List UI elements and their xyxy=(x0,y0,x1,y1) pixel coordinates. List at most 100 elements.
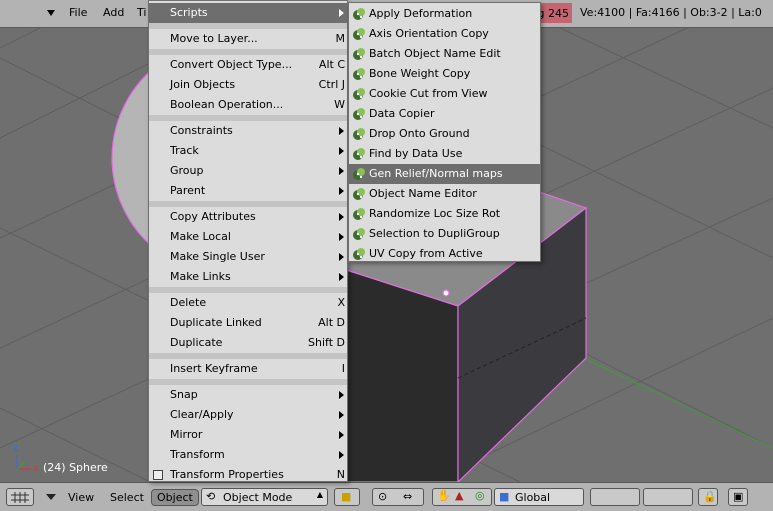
menu-item-label: Move to Layer... xyxy=(170,32,258,45)
script-item-label: Gen Relief/Normal maps xyxy=(369,167,503,180)
python-icon xyxy=(353,188,365,200)
script-item-label: UV Copy from Active xyxy=(369,247,483,260)
header-toggle-icon[interactable] xyxy=(46,494,56,500)
menu-item-transform[interactable]: Transform xyxy=(149,445,347,465)
submenu-arrow-icon xyxy=(339,167,344,175)
python-icon xyxy=(353,128,365,140)
script-item-label: Find by Data Use xyxy=(369,147,463,160)
script-item-label: Apply Deformation xyxy=(369,7,473,20)
menu-item-parent[interactable]: Parent xyxy=(149,181,347,201)
script-item-find-by-data-use[interactable]: Find by Data Use xyxy=(349,144,540,164)
pivot-button[interactable]: ⊙ ⇔ xyxy=(372,488,424,506)
script-item-label: Object Name Editor xyxy=(369,187,477,200)
script-item-batch-object-name-edit[interactable]: Batch Object Name Edit xyxy=(349,44,540,64)
script-item-label: Bone Weight Copy xyxy=(369,67,471,80)
menu-item-move-to-layer[interactable]: Move to Layer... M xyxy=(149,29,347,49)
checkbox-icon xyxy=(153,470,163,480)
python-icon xyxy=(353,168,365,180)
script-item-label: Drop Onto Ground xyxy=(369,127,470,140)
orientation-dropdown[interactable]: ■ Global xyxy=(494,488,584,506)
menu-item-clear-apply[interactable]: Clear/Apply xyxy=(149,405,347,425)
script-item-axis-orientation-copy[interactable]: Axis Orientation Copy xyxy=(349,24,540,44)
python-icon xyxy=(353,228,365,240)
mode-label: Object Mode xyxy=(223,491,293,504)
menu-item-label: Make Local xyxy=(170,230,231,243)
menu-item-label: Parent xyxy=(170,184,206,197)
submenu-arrow-icon xyxy=(339,127,344,135)
layer-buttons-1[interactable] xyxy=(590,488,640,506)
menu-item-copy-attributes[interactable]: Copy Attributes xyxy=(149,207,347,227)
header-collapse-icon[interactable] xyxy=(47,10,55,16)
menu-item-duplicate-linked[interactable]: Duplicate Linked Alt D xyxy=(149,313,347,333)
menu-item-convert-object-type[interactable]: Convert Object Type... Alt C xyxy=(149,55,347,75)
scripts-submenu: Apply Deformation Axis Orientation Copy Ba… xyxy=(348,2,541,262)
menu-item-label: Group xyxy=(170,164,204,177)
lock-icon: 🔒 xyxy=(703,490,717,503)
object-menu: Scripts Move to Layer... M Convert Object T… xyxy=(148,0,348,482)
script-item-apply-deformation[interactable]: Apply Deformation xyxy=(349,4,540,24)
file-menu[interactable]: File xyxy=(69,6,87,19)
python-icon xyxy=(353,68,365,80)
menu-item-make-local[interactable]: Make Local xyxy=(149,227,347,247)
submenu-arrow-icon xyxy=(339,431,344,439)
script-item-data-copier[interactable]: Data Copier xyxy=(349,104,540,124)
menu-item-constraints[interactable]: Constraints xyxy=(149,121,347,141)
script-item-label: Randomize Loc Size Rot xyxy=(369,207,501,220)
script-item-label: Cookie Cut from View xyxy=(369,87,488,100)
python-icon xyxy=(353,108,365,120)
add-menu[interactable]: Add xyxy=(103,6,124,19)
menu-item-make-single-user[interactable]: Make Single User xyxy=(149,247,347,267)
script-item-uv-copy-from-active[interactable]: UV Copy from Active xyxy=(349,244,540,264)
select-menu[interactable]: Select xyxy=(110,491,144,504)
menu-item-duplicate[interactable]: Duplicate Shift D xyxy=(149,333,347,353)
python-icon xyxy=(353,248,365,260)
view-menu[interactable]: View xyxy=(68,491,94,504)
script-item-bone-weight-copy[interactable]: Bone Weight Copy xyxy=(349,64,540,84)
menu-item-label: Make Single User xyxy=(170,250,265,263)
python-icon xyxy=(353,28,365,40)
script-item-randomize-loc-size-rot[interactable]: Randomize Loc Size Rot xyxy=(349,204,540,224)
mode-dropdown[interactable]: ⟲ Object Mode ▲ xyxy=(201,488,328,506)
object-menu-button[interactable]: Object xyxy=(151,489,199,506)
menu-item-boolean-operation[interactable]: Boolean Operation... W xyxy=(149,95,347,115)
menu-item-snap[interactable]: Snap xyxy=(149,385,347,405)
script-item-label: Selection to DupliGroup xyxy=(369,227,500,240)
script-item-gen-relief-normal-maps[interactable]: Gen Relief/Normal maps xyxy=(349,164,540,184)
python-icon xyxy=(353,88,365,100)
menu-item-label: Insert Keyframe xyxy=(170,362,258,375)
menu-item-label: Clear/Apply xyxy=(170,408,234,421)
script-item-object-name-editor[interactable]: Object Name Editor xyxy=(349,184,540,204)
script-item-selection-to-dupligroup[interactable]: Selection to DupliGroup xyxy=(349,224,540,244)
script-item-cookie-cut-from-view[interactable]: Cookie Cut from View xyxy=(349,84,540,104)
submenu-arrow-icon xyxy=(339,147,344,155)
manipulator-buttons[interactable]: ✋ ▲ ◎ xyxy=(432,488,492,506)
submenu-arrow-icon xyxy=(339,253,344,261)
draw-type-button[interactable]: ■ xyxy=(334,488,360,506)
menu-item-insert-keyframe[interactable]: Insert Keyframe I xyxy=(149,359,347,379)
menu-item-delete[interactable]: Delete X xyxy=(149,293,347,313)
menu-item-scripts[interactable]: Scripts xyxy=(149,3,347,23)
menu-item-label: Boolean Operation... xyxy=(170,98,284,111)
python-icon xyxy=(353,148,365,160)
script-item-drop-onto-ground[interactable]: Drop Onto Ground xyxy=(349,124,540,144)
editor-type-button[interactable] xyxy=(6,488,34,506)
menu-item-group[interactable]: Group xyxy=(149,161,347,181)
menu-item-label: Join Objects xyxy=(170,78,236,91)
menu-item-make-links[interactable]: Make Links xyxy=(149,267,347,287)
mode-icon: ⟲ xyxy=(206,490,216,503)
lock-button[interactable]: 🔒 xyxy=(698,488,718,506)
menu-item-shortcut: X xyxy=(337,296,345,309)
hand-icon: ✋ xyxy=(437,489,451,502)
menu-item-shortcut: M xyxy=(335,32,346,45)
menu-item-shortcut: Alt C xyxy=(318,58,345,71)
layer-buttons-2[interactable] xyxy=(643,488,693,506)
menu-item-shortcut: Alt D xyxy=(318,316,345,329)
menu-item-mirror[interactable]: Mirror xyxy=(149,425,347,445)
active-object-label: (24) Sphere xyxy=(43,461,108,474)
menu-item-join-objects[interactable]: Join Objects Ctrl J xyxy=(149,75,347,95)
menu-item-transform-properties[interactable]: Transform Properties N xyxy=(149,465,347,485)
render-button[interactable]: ▣ xyxy=(728,488,748,506)
timeline-menu[interactable]: Ti xyxy=(137,6,146,19)
circle-icon: ◎ xyxy=(475,489,485,502)
menu-item-track[interactable]: Track xyxy=(149,141,347,161)
